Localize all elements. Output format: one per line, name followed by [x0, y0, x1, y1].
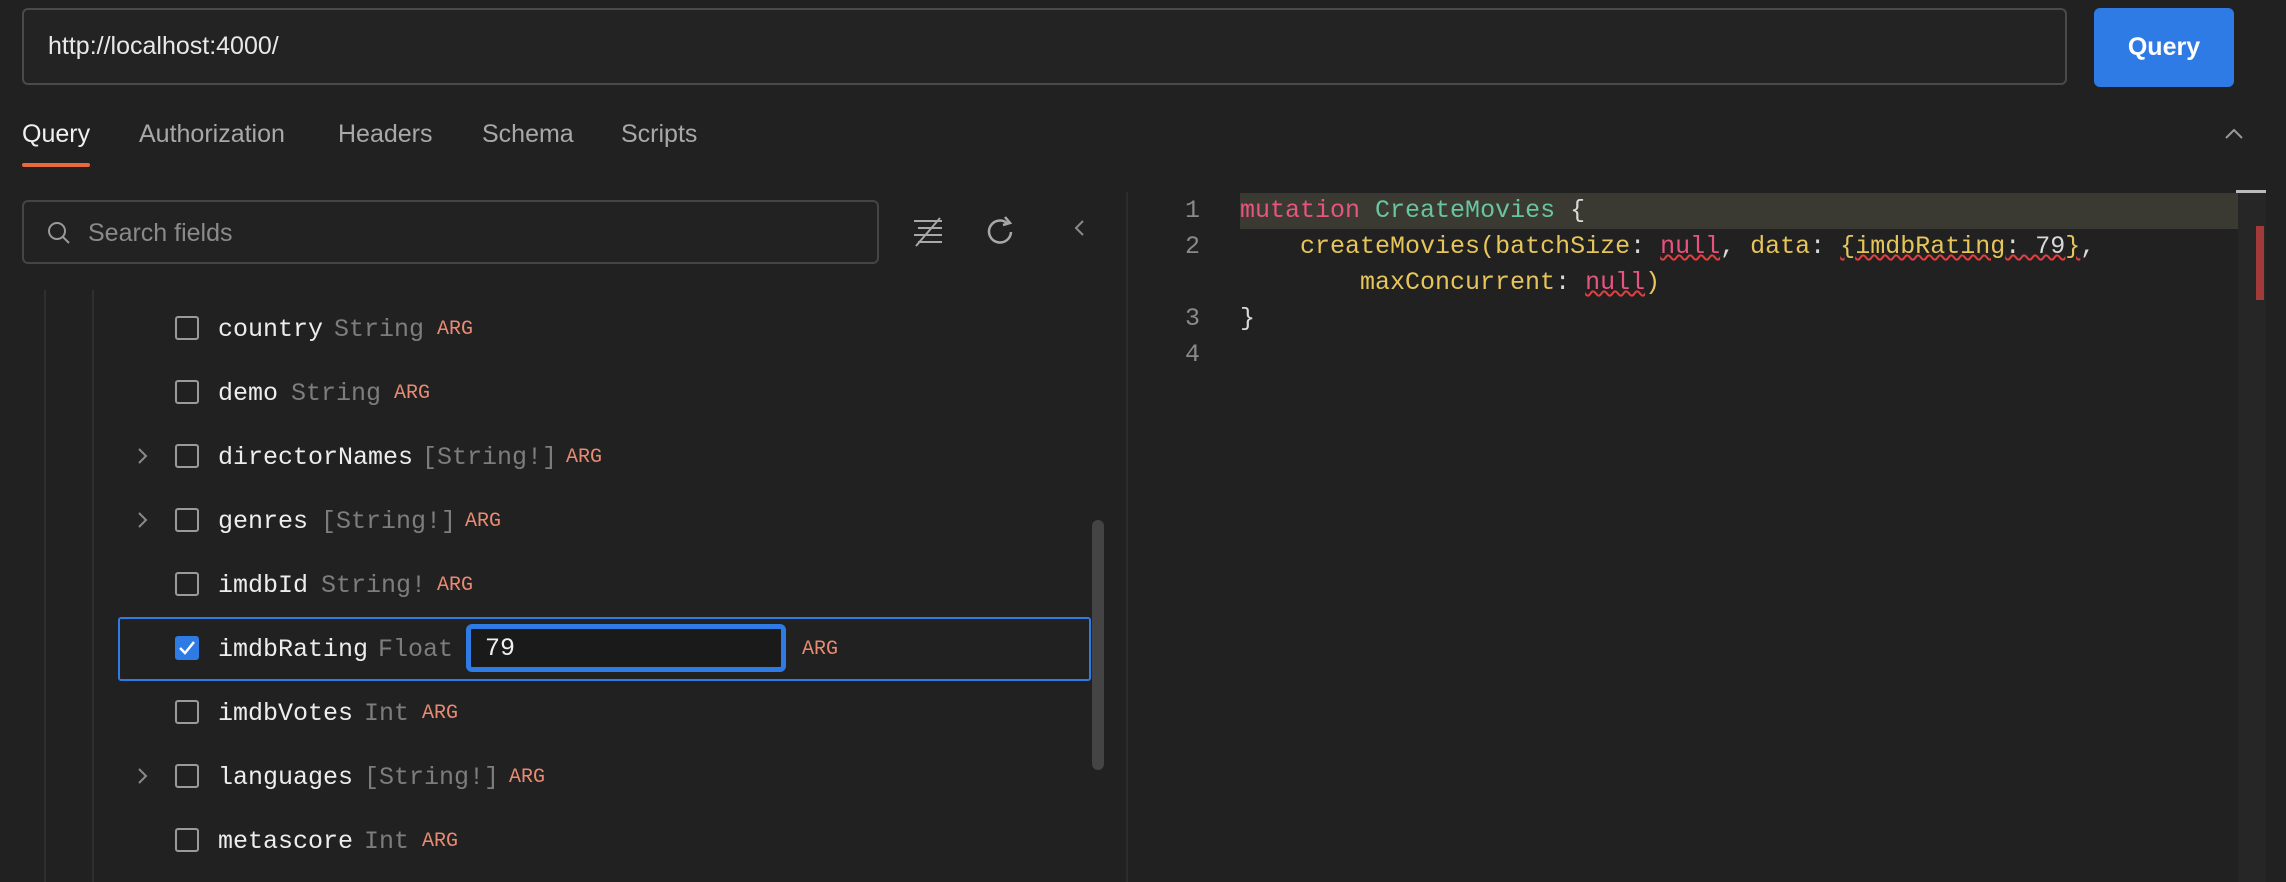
- code-punct: {: [1555, 196, 1586, 225]
- tab-query[interactable]: Query: [22, 120, 90, 149]
- field-name[interactable]: genres: [218, 507, 308, 536]
- chevron-right-icon[interactable]: [130, 764, 154, 788]
- field-checkbox[interactable]: [175, 508, 199, 532]
- code-arg-name: maxConcurrent: [1360, 268, 1556, 297]
- field-type: String: [334, 315, 425, 344]
- field-name[interactable]: imdbVotes: [218, 699, 353, 728]
- error-marker: [2256, 226, 2264, 300]
- field-type: [String!]: [364, 763, 500, 792]
- code-object-value: : 79: [2005, 232, 2066, 261]
- search-input[interactable]: [86, 202, 850, 264]
- line-number: 3: [1184, 304, 1200, 333]
- arg-badge: ARG: [394, 382, 431, 405]
- field-type: String: [291, 379, 382, 408]
- field-checkbox[interactable]: [175, 700, 199, 724]
- code-field-name: createMovies: [1300, 232, 1481, 261]
- field-name[interactable]: demo: [218, 379, 278, 408]
- explorer-scrollbar[interactable]: [1092, 520, 1104, 770]
- tree-guide-line: [92, 290, 94, 882]
- search-icon: [48, 222, 70, 244]
- code-line-3[interactable]: }: [1240, 304, 1255, 333]
- field-checkbox[interactable]: [175, 316, 199, 340]
- run-query-button[interactable]: Query: [2094, 8, 2234, 87]
- code-punct: ,: [2080, 232, 2096, 261]
- field-checkbox[interactable]: [175, 380, 199, 404]
- tab-scripts[interactable]: Scripts: [621, 120, 697, 149]
- arg-badge: ARG: [566, 446, 603, 469]
- check-icon: [179, 641, 195, 655]
- code-arg-name: data: [1750, 232, 1811, 261]
- code-null-value: null: [1585, 268, 1646, 297]
- code-punct: }: [1240, 304, 1256, 333]
- field-search-box[interactable]: [22, 200, 879, 264]
- chevron-left-icon[interactable]: [1068, 216, 1092, 240]
- field-type: Int: [364, 699, 410, 728]
- field-name[interactable]: imdbRating: [218, 635, 368, 664]
- code-keyword: mutation: [1240, 196, 1361, 225]
- tree-guide-line: [44, 290, 46, 882]
- endpoint-url-input[interactable]: [22, 8, 2067, 85]
- field-checkbox[interactable]: [175, 764, 199, 788]
- code-punct: :: [1630, 232, 1661, 261]
- code-object-key: imdbRating: [1855, 232, 2006, 261]
- field-type: [String!]: [321, 507, 457, 536]
- code-line-2[interactable]: createMovies(batchSize: null, data: {imd…: [1240, 232, 2095, 261]
- field-checkbox[interactable]: [175, 444, 199, 468]
- refresh-icon[interactable]: [980, 212, 1020, 252]
- field-name[interactable]: languages: [218, 763, 353, 792]
- tab-headers[interactable]: Headers: [338, 120, 433, 149]
- code-operation-name: CreateMovies: [1375, 196, 1556, 225]
- code-object-open: {: [1840, 232, 1856, 261]
- code-null-value: null: [1660, 232, 1721, 261]
- arg-value-input[interactable]: [466, 624, 786, 672]
- chevron-up-icon[interactable]: [2222, 122, 2246, 146]
- code-punct: :: [1810, 232, 1841, 261]
- field-name[interactable]: metascore: [218, 827, 353, 856]
- field-checkbox[interactable]: [175, 828, 199, 852]
- line-number: 2: [1184, 232, 1200, 261]
- active-tab-indicator: [22, 163, 90, 167]
- field-type: Float: [378, 635, 454, 664]
- editor-scroll-thumb: [2236, 190, 2266, 193]
- field-name[interactable]: directorNames: [218, 443, 413, 472]
- field-type: Int: [364, 827, 410, 856]
- arg-badge: ARG: [465, 510, 502, 533]
- arg-badge: ARG: [509, 766, 546, 789]
- arg-badge: ARG: [437, 318, 474, 341]
- field-checkbox[interactable]: [175, 572, 199, 596]
- prettify-icon[interactable]: [908, 212, 948, 252]
- arg-badge: ARG: [422, 830, 459, 853]
- code-object-close: }: [2065, 232, 2081, 261]
- field-type: [String!]: [422, 443, 558, 472]
- code-line-2-wrap[interactable]: maxConcurrent: null): [1240, 268, 1660, 297]
- panel-divider[interactable]: [1126, 192, 1128, 882]
- arg-badge: ARG: [437, 574, 474, 597]
- code-line-1[interactable]: mutation CreateMovies {: [1240, 196, 1585, 225]
- chevron-right-icon[interactable]: [130, 508, 154, 532]
- line-number: 4: [1184, 340, 1200, 369]
- code-arg-name: batchSize: [1495, 232, 1631, 261]
- code-punct: ,: [1720, 232, 1751, 261]
- tab-schema[interactable]: Schema: [482, 120, 574, 149]
- line-number: 1: [1184, 196, 1200, 225]
- field-checkbox-checked[interactable]: [175, 636, 199, 660]
- tab-authorization[interactable]: Authorization: [139, 120, 285, 149]
- code-punct: ): [1645, 268, 1661, 297]
- code-punct: (: [1480, 232, 1496, 261]
- code-punct: :: [1555, 268, 1586, 297]
- arg-badge: ARG: [422, 702, 459, 725]
- field-type: String!: [321, 571, 427, 600]
- field-name[interactable]: country: [218, 315, 323, 344]
- chevron-right-icon[interactable]: [130, 444, 154, 468]
- field-name[interactable]: imdbId: [218, 571, 308, 600]
- arg-badge: ARG: [802, 638, 839, 661]
